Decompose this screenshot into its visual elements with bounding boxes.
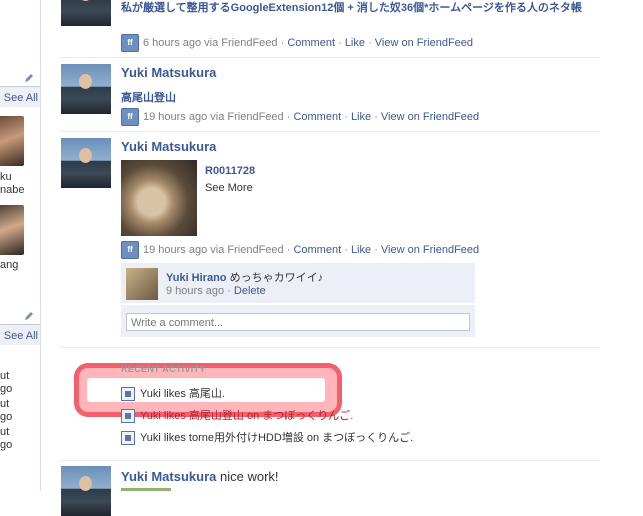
sidebar-section-header: See All	[0, 86, 40, 107]
like-icon	[121, 431, 135, 446]
view-on-friendfeed-link[interactable]: View on FriendFeed	[381, 244, 479, 256]
story-divider	[60, 57, 600, 58]
friendfeed-icon: ff	[121, 34, 139, 52]
pencil-icon[interactable]	[24, 73, 34, 83]
like-icon	[121, 387, 135, 402]
friendfeed-icon: ff	[121, 241, 139, 259]
recent-activity-item: Yuki likes 高尾山.	[121, 385, 225, 402]
like-link[interactable]: Like	[351, 244, 371, 256]
author-name[interactable]: Yuki Matsukura	[121, 65, 216, 80]
friend-photo[interactable]	[0, 205, 24, 255]
view-on-friendfeed-link[interactable]: View on FriendFeed	[381, 111, 479, 123]
event-text-fragment: go	[0, 383, 13, 395]
status-message: nice work!	[220, 469, 279, 484]
avatar[interactable]	[61, 64, 111, 114]
event-text-fragment: go	[0, 411, 13, 423]
timestamp: 6 hours ago via FriendFeed	[143, 36, 278, 49]
comment-text: めっちゃカワイイ♪	[229, 272, 324, 284]
story-meta: ff 19 hours ago via FriendFeed · Comment …	[121, 241, 479, 259]
friend-name-fragment[interactable]: ku	[0, 171, 12, 183]
see-more-link[interactable]: See More	[205, 182, 253, 194]
story-divider	[60, 131, 600, 132]
see-all-link[interactable]: See All	[4, 330, 38, 342]
activity-text[interactable]: Yuki likes torne用外付けHDD増設 on まつぼっくりんご.	[140, 432, 413, 444]
recent-activity-item: Yuki likes 高尾山登山 on まつぼっくりんご.	[121, 407, 353, 424]
delete-comment-link[interactable]: Delete	[234, 285, 266, 297]
comment-input[interactable]: Write a comment...	[126, 313, 470, 331]
story-header: Yuki Matsukura nice work!	[121, 469, 279, 484]
author-name[interactable]: Yuki Matsukura	[121, 139, 216, 154]
story-link[interactable]: 私が厳選して整用するGoogleExtension12個 + 消した奴36個*ホ…	[121, 2, 601, 15]
event-text-fragment: ut	[0, 426, 10, 438]
activity-text: Yuki likes 高尾山.	[140, 388, 225, 400]
timestamp: 19 hours ago via FriendFeed	[143, 243, 284, 256]
comment-time: 9 hours ago	[166, 285, 225, 297]
story-divider	[60, 460, 600, 461]
comment-link[interactable]: Comment	[293, 111, 341, 123]
friend-name-fragment[interactable]: ang	[0, 259, 18, 271]
friendfeed-icon: ff	[121, 108, 139, 126]
avatar[interactable]	[61, 138, 111, 188]
pencil-icon[interactable]	[24, 311, 34, 321]
avatar[interactable]	[61, 466, 111, 516]
story-divider	[60, 347, 600, 348]
comment-meta: 9 hours ago · Delete	[166, 285, 266, 297]
event-text-fragment: ut	[0, 370, 10, 382]
like-link[interactable]: Like	[351, 111, 371, 123]
comment-line: Yuki Hirano めっちゃカワイイ♪	[166, 269, 323, 285]
see-all-link[interactable]: See All	[4, 92, 38, 104]
photo-title-link[interactable]: R0011728	[205, 165, 255, 177]
friend-name-fragment[interactable]: nabe	[0, 184, 24, 196]
sidebar-section-header: See All	[0, 324, 40, 345]
story-link[interactable]: 高尾山登山	[121, 89, 176, 105]
event-text-fragment: ut	[0, 398, 10, 410]
timestamp: 19 hours ago via FriendFeed	[143, 110, 284, 123]
commenter-name[interactable]: Yuki Hirano	[166, 272, 227, 284]
recent-activity-item: Yuki likes torne用外付けHDD増設 on まつぼっくりんご.	[121, 429, 413, 446]
recent-activity-header: RECENT ACTIVITY	[121, 364, 206, 374]
view-on-friendfeed-link[interactable]: View on FriendFeed	[375, 37, 473, 49]
activity-text[interactable]: Yuki likes 高尾山登山 on まつぼっくりんご.	[140, 410, 353, 422]
sidebar-border	[40, 0, 41, 491]
comment-link[interactable]: Comment	[293, 244, 341, 256]
comment-link[interactable]: Comment	[287, 37, 335, 49]
author-name[interactable]: Yuki Matsukura	[121, 469, 216, 484]
rabbit-photo[interactable]	[121, 160, 197, 236]
event-text-fragment: go	[0, 439, 13, 451]
friend-photo[interactable]	[0, 116, 24, 166]
like-link[interactable]: Like	[345, 37, 365, 49]
story-meta: ff 6 hours ago via FriendFeed · Comment ·…	[121, 34, 473, 52]
commenter-avatar[interactable]	[126, 268, 158, 300]
story-meta: ff 19 hours ago via FriendFeed · Comment …	[121, 108, 479, 126]
avatar[interactable]	[61, 0, 111, 26]
like-icon	[121, 409, 135, 424]
